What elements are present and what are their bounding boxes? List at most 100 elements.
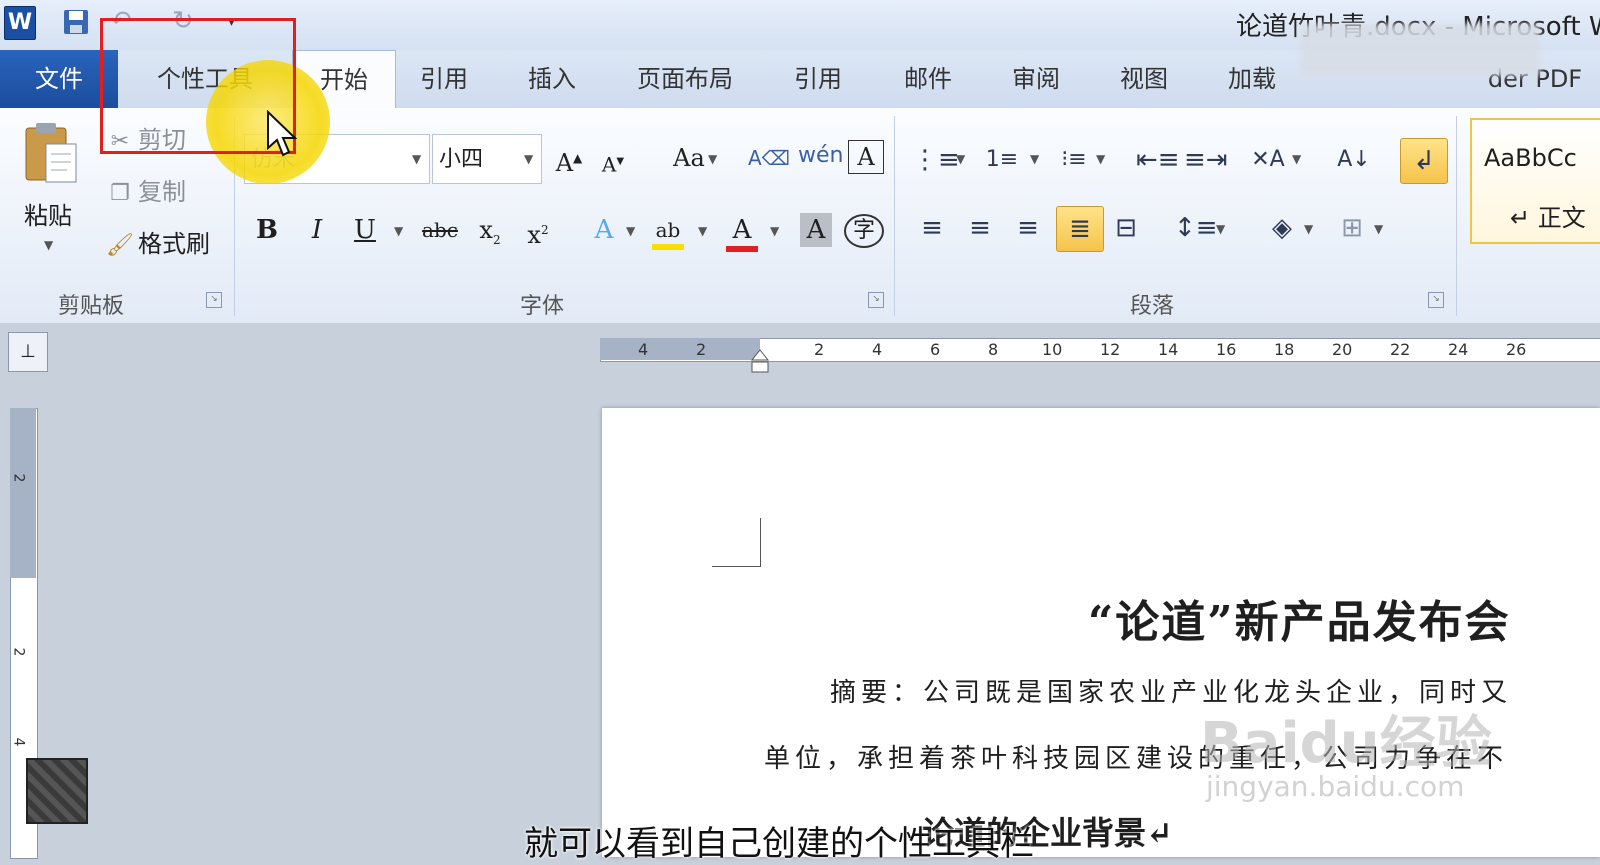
mouse-pointer-icon — [266, 109, 298, 158]
align-right-icon[interactable]: ≡ — [1008, 206, 1048, 250]
font-size-dropdown-arrow[interactable]: ▼ — [524, 152, 533, 166]
paste-dropdown-arrow[interactable]: ▼ — [44, 238, 53, 252]
underline-icon[interactable]: U — [350, 208, 380, 252]
ruler-tick: 24 — [1448, 340, 1469, 359]
ruler-tick: 18 — [1274, 340, 1295, 359]
ruler-tick: 14 — [1158, 340, 1179, 359]
grow-font-icon[interactable]: A▲ — [552, 140, 586, 177]
tab-insert[interactable]: 插入 — [512, 50, 592, 108]
copy-icon: ❐ — [110, 181, 130, 206]
tab-selector-icon[interactable]: ⊥ — [8, 332, 48, 372]
paste-icon[interactable] — [22, 120, 80, 186]
ruler-tick: 20 — [1332, 340, 1353, 359]
ruler-tick: 6 — [930, 340, 941, 359]
italic-icon[interactable]: I — [302, 208, 332, 252]
ruler-tick: 4 — [872, 340, 883, 359]
align-left-icon[interactable]: ≡ — [912, 206, 952, 250]
clipboard-dialog-launcher-icon[interactable]: ↘ — [206, 292, 222, 308]
tab-review[interactable]: 审阅 — [996, 50, 1076, 108]
ruler-tick: 2 — [696, 340, 707, 359]
text-effects-dropdown-arrow[interactable]: ▼ — [626, 224, 635, 238]
tab-references-2[interactable]: 引用 — [778, 50, 858, 108]
word-app-icon[interactable]: W — [4, 6, 36, 40]
tab-references-1[interactable]: 引用 — [404, 50, 484, 108]
decrease-indent-icon[interactable]: ⇤≡ — [1136, 138, 1180, 182]
horizontal-ruler-margin — [600, 338, 760, 360]
line-spacing-icon[interactable]: ↕≡ — [1174, 206, 1218, 250]
highlight-dropdown-arrow[interactable]: ▼ — [698, 224, 707, 238]
character-border-icon[interactable]: A — [848, 140, 884, 174]
ruler-tick: 2 — [10, 647, 27, 657]
watermark-url: jingyan.baidu.com — [1206, 770, 1465, 803]
underline-dropdown-arrow[interactable]: ▼ — [394, 224, 403, 238]
superscript-icon[interactable]: x2 — [520, 208, 556, 252]
highlighter-icon[interactable]: ab — [650, 208, 686, 252]
character-shading-icon[interactable]: A — [800, 213, 832, 247]
vertical-ruler-margin — [10, 408, 36, 578]
group-separator — [894, 116, 895, 316]
font-dialog-launcher-icon[interactable]: ↘ — [868, 292, 884, 308]
clear-formatting-icon[interactable]: A⌫ — [748, 140, 790, 176]
document-heading[interactable]: “论道”新产品发布会 — [1088, 586, 1511, 650]
bold-icon[interactable]: B — [252, 208, 282, 252]
ruler-tick: 26 — [1506, 340, 1527, 359]
bullets-dropdown-arrow[interactable]: ▼ — [956, 152, 965, 166]
show-hide-marks-icon[interactable]: ↲ — [1400, 138, 1448, 184]
tab-page-layout[interactable]: 页面布局 — [622, 50, 748, 108]
chinese-layout-icon[interactable]: ✕A — [1248, 138, 1288, 182]
distributed-align-icon[interactable]: ⊟ — [1106, 206, 1146, 250]
bullets-icon[interactable]: ⋮≡ — [912, 138, 960, 182]
ruler-tick: 16 — [1216, 340, 1237, 359]
ruler-tick: 12 — [1100, 340, 1121, 359]
ruler-tick: 22 — [1390, 340, 1411, 359]
justify-icon[interactable]: ≣ — [1056, 206, 1104, 252]
strikethrough-icon[interactable]: abc — [418, 208, 462, 252]
ruler-tick: 4 — [10, 737, 27, 747]
phonetic-guide-icon[interactable]: wén — [798, 138, 843, 174]
indent-marker-icon[interactable] — [750, 348, 770, 374]
paragraph-dialog-launcher-icon[interactable]: ↘ — [1428, 292, 1444, 308]
copy-label: 复制 — [138, 178, 186, 206]
numbering-icon[interactable]: 1≡ — [984, 138, 1020, 182]
font-color-icon[interactable]: A — [724, 208, 760, 252]
save-icon[interactable] — [62, 8, 90, 36]
align-center-icon[interactable]: ≡ — [960, 206, 1000, 250]
increase-indent-icon[interactable]: ≡⇥ — [1184, 138, 1228, 182]
enclose-characters-icon[interactable]: 字 — [844, 214, 884, 248]
shading-dropdown-arrow[interactable]: ▼ — [1304, 222, 1313, 236]
multilevel-list-icon[interactable]: ⁝≡ — [1056, 138, 1092, 182]
borders-icon[interactable]: ⊞ — [1332, 206, 1372, 250]
multilevel-list-dropdown-arrow[interactable]: ▼ — [1096, 152, 1105, 166]
chinese-layout-dropdown-arrow[interactable]: ▼ — [1292, 152, 1301, 166]
borders-dropdown-arrow[interactable]: ▼ — [1374, 222, 1383, 236]
tab-mailings[interactable]: 邮件 — [888, 50, 968, 108]
line-spacing-dropdown-arrow[interactable]: ▼ — [1216, 222, 1225, 236]
style-sample-text: AaBbCc — [1484, 144, 1577, 172]
subscript-icon[interactable]: x2 — [472, 208, 508, 252]
paragraph-group-label: 段落 — [1130, 294, 1175, 319]
sort-icon[interactable]: A↓ — [1334, 138, 1374, 182]
format-painter-button[interactable]: 🖌 格式刷 — [102, 224, 210, 264]
clipboard-group-label: 剪贴板 — [58, 294, 125, 319]
shrink-font-icon[interactable]: A▼ — [598, 144, 628, 180]
copy-button[interactable]: ❐ 复制 — [102, 172, 186, 212]
font-name-dropdown-arrow[interactable]: ▼ — [412, 152, 421, 166]
style-name: ↵ 正文 — [1510, 204, 1586, 232]
numbering-dropdown-arrow[interactable]: ▼ — [1030, 152, 1039, 166]
mosaic-blur-icon — [26, 758, 88, 824]
group-separator — [1456, 116, 1457, 316]
change-case-dropdown-arrow[interactable]: ▼ — [708, 152, 717, 166]
paste-button-label[interactable]: 粘贴 — [24, 196, 72, 231]
change-case-icon[interactable]: Aa — [664, 140, 714, 176]
ruler-tick: 8 — [988, 340, 999, 359]
video-subtitle: 就可以看到自己创建的个性工具栏 — [524, 824, 1034, 864]
ruler-tick: 10 — [1042, 340, 1063, 359]
watermark: Baidu经验 — [1200, 711, 1492, 776]
font-color-dropdown-arrow[interactable]: ▼ — [770, 224, 779, 238]
text-effects-icon[interactable]: A — [586, 208, 622, 252]
shading-icon[interactable]: ◈ — [1262, 206, 1302, 250]
tab-addins[interactable]: 加载 — [1212, 50, 1292, 108]
tab-view[interactable]: 视图 — [1104, 50, 1184, 108]
blurred-area — [1300, 24, 1540, 76]
ruler-tick: 2 — [814, 340, 825, 359]
